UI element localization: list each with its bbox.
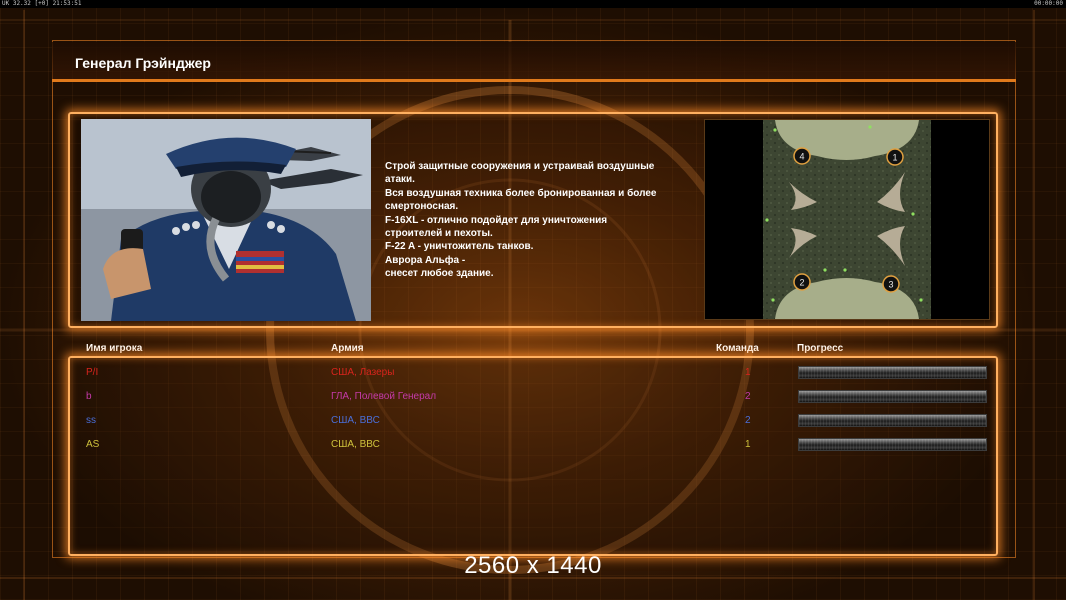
column-header-progress: Прогресс [797,343,844,354]
player-name: AS [86,439,100,450]
general-description: Строй защитные сооружения и устраивай во… [385,160,700,281]
player-army: США, Лазеры [331,367,395,378]
start-position-marker: 1 [886,148,904,166]
description-line: F-22 A - уничтожитель танков. [385,241,534,253]
column-header-team: Команда [716,343,759,354]
resolution-label: 2560 x 1440 [464,552,602,579]
player-name: b [86,391,92,402]
description-line: смертоносная. [385,201,459,213]
player-team: 1 [745,439,751,450]
start-position-marker: 3 [882,275,900,293]
description-line: Аврора Альфа - [385,254,466,266]
start-position-marker: 2 [793,273,811,291]
general-portrait [81,119,371,321]
description-line: атаки. [385,174,415,186]
column-header-army: Армия [331,343,364,354]
svg-text:3: 3 [888,280,893,290]
description-line: Вся воздушная техника более бронированна… [385,187,657,199]
player-team: 2 [745,415,751,426]
player-army: ГЛА, Полевой Генерал [331,391,437,402]
map-preview: 4 1 2 3 [704,119,990,320]
svg-text:4: 4 [799,152,804,162]
status-bar-clock: 00:00:00 [1034,0,1063,7]
player-name: P/I [86,367,99,378]
description-line: F-16XL - отлично подойдет для уничтожени… [385,214,608,226]
player-army: США, ВВС [331,415,380,426]
description-line: Строй защитные сооружения и устраивай во… [385,161,655,172]
description-line: строителей и пехоты. [385,228,493,240]
description-line: снесет любое здание. [385,268,494,280]
player-team: 1 [745,367,751,378]
player-team: 2 [745,391,751,402]
start-position-marker: 4 [793,147,811,165]
svg-text:1: 1 [892,153,897,163]
player-army: США, ВВС [331,439,380,450]
player-progress-bar [798,438,987,451]
player-progress-bar [798,414,987,427]
player-list-panel [68,356,998,556]
player-name: ss [86,415,96,426]
general-title: Генерал Грэйнджер [75,55,211,71]
status-bar: UK 32.32 [+0] 21:53:51 00:00:00 [0,0,1066,8]
column-header-player: Имя игрока [86,343,143,354]
svg-text:2: 2 [799,278,804,288]
player-progress-bar [798,390,987,403]
status-bar-left-text: UK 32.32 [+0] 21:53:51 [2,0,82,7]
player-progress-bar [798,366,987,379]
